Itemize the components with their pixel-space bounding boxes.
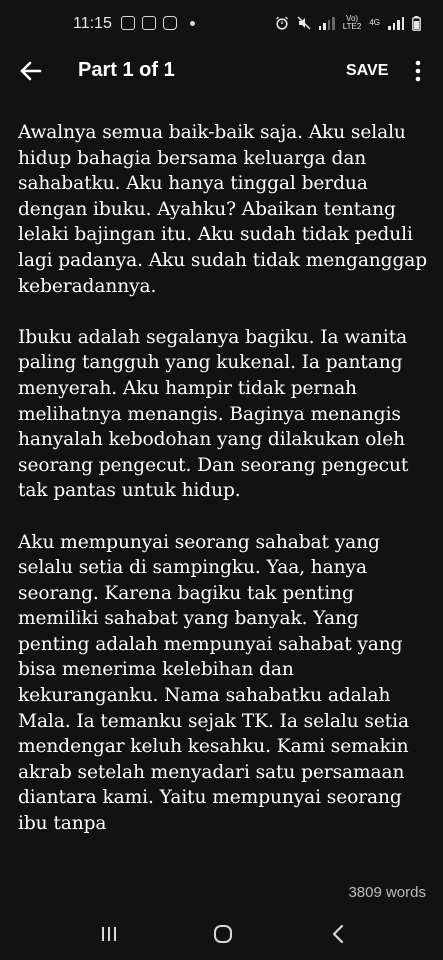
recents-icon[interactable]: [100, 925, 118, 943]
nav-back-icon[interactable]: [331, 924, 345, 944]
volte-label: Vo) LTE2: [342, 14, 362, 31]
alarm-icon: [275, 16, 288, 30]
battery-icon: [412, 15, 421, 31]
more-notifications-dot-icon: [190, 20, 195, 26]
page-title: Part 1 of 1: [78, 59, 175, 81]
status-bar: 11:15 Vo) LTE2 4G: [0, 0, 443, 48]
home-icon[interactable]: [213, 924, 233, 944]
data-label: 4G: [369, 18, 380, 27]
signal-2-icon: [388, 16, 404, 30]
more-vertical-icon[interactable]: [411, 58, 425, 84]
app-bar: Part 1 of 1 SAVE: [0, 48, 443, 94]
word-count: 3809 words: [348, 884, 426, 901]
mute-icon: [297, 16, 311, 30]
signal-1-icon: [318, 16, 335, 30]
story-text-editor[interactable]: Awalnya semua baik-baik saja. Aku selalu…: [18, 120, 430, 862]
story-paragraph: Ibuku adalah segalanya bagiku. Ia wanita…: [18, 326, 409, 502]
status-right-icons: Vo) LTE2 4G: [275, 15, 421, 31]
shopping-bag-icon: [142, 16, 156, 30]
story-paragraph: Aku mempunyai seorang sahabat yang selal…: [18, 531, 409, 835]
back-arrow-icon[interactable]: [18, 58, 44, 84]
story-paragraph: Awalnya semua baik-baik saja. Aku selalu…: [18, 122, 428, 297]
status-time: 11:15: [73, 15, 112, 32]
system-nav-bar: [0, 910, 443, 960]
notification-icons: [121, 16, 195, 30]
save-button[interactable]: SAVE: [346, 62, 388, 80]
instagram-icon: [163, 16, 177, 30]
gallery-icon: [121, 16, 135, 30]
